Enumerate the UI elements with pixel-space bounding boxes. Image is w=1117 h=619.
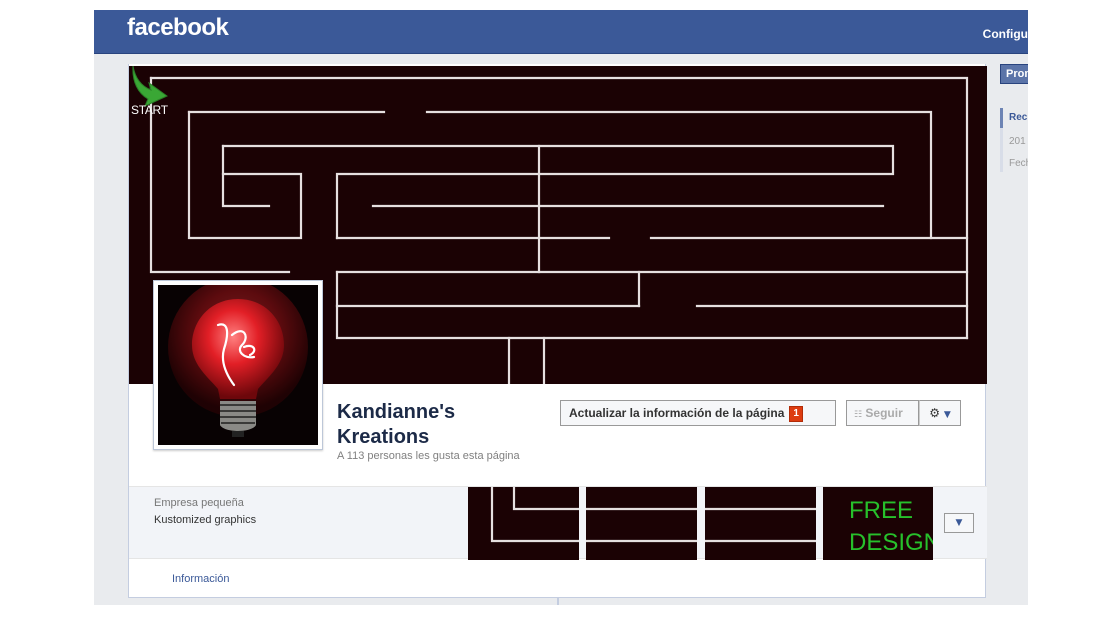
scrubber-item-date[interactable]: Fech — [1009, 158, 1028, 169]
scrubber-item-year[interactable]: 201 — [1009, 136, 1026, 147]
apps-expand-button[interactable]: ▼ — [944, 513, 974, 533]
app-tile-2[interactable] — [586, 487, 697, 560]
promote-button[interactable]: Prom — [1000, 64, 1028, 84]
scrubber-item-recent[interactable]: Rec — [1009, 112, 1027, 123]
free-label: FREE — [849, 497, 914, 524]
page-description: Kustomized graphics — [154, 514, 257, 526]
timeline-spine — [557, 598, 559, 605]
start-arrow-icon — [132, 66, 168, 107]
follow-label: Seguir — [865, 406, 903, 420]
update-page-info-button[interactable]: Actualizar la información de la página 1 — [560, 400, 836, 426]
lightbulb-icon — [158, 285, 318, 445]
design-label: DESIGN — [849, 529, 933, 556]
timeline-scrubber-active — [1000, 108, 1003, 128]
chevron-down-icon: ▼ — [943, 410, 951, 420]
right-column: Prom Rec 201 Fech — [1000, 64, 1028, 184]
page-title: Kandianne's Kreations — [337, 401, 456, 448]
notification-badge: 1 — [789, 406, 803, 422]
update-page-info-label: Actualizar la información de la página — [569, 406, 785, 420]
profile-picture[interactable] — [153, 280, 323, 450]
config-link[interactable]: Configu — [983, 27, 1028, 41]
gear-icon: ⚙ — [929, 406, 940, 420]
rss-icon: ☷ — [854, 410, 863, 420]
about-strip: Empresa pequeña Kustomized graphics FREE — [129, 486, 987, 560]
facebook-logo[interactable]: facebook — [127, 14, 229, 42]
app-tile-1[interactable] — [468, 487, 579, 560]
browser-viewport: facebook Configu Prom Rec 201 Fech — [94, 10, 1028, 605]
start-label: START — [131, 103, 168, 117]
page-timeline: START Kandianne's Kreations A 113 person… — [128, 64, 987, 598]
page-category: Empresa pequeña — [154, 497, 244, 509]
maze-thumbnail — [705, 507, 816, 543]
maze-thumbnail — [490, 487, 579, 543]
settings-gear-button[interactable]: ⚙ ▼ — [919, 400, 961, 426]
maze-thumbnail — [586, 507, 697, 543]
follow-button[interactable]: ☷ Seguir — [846, 400, 919, 426]
chevron-down-icon: ▼ — [955, 518, 963, 528]
free-design-tile[interactable]: FREE DESIGN — [823, 487, 933, 560]
facebook-top-bar: facebook Configu — [94, 10, 1028, 54]
app-tile-3[interactable] — [705, 487, 816, 560]
likes-count-text: A 113 personas les gusta esta página — [337, 450, 520, 462]
info-tab-link[interactable]: Información — [172, 573, 229, 585]
lightbulb-logo — [158, 285, 318, 445]
